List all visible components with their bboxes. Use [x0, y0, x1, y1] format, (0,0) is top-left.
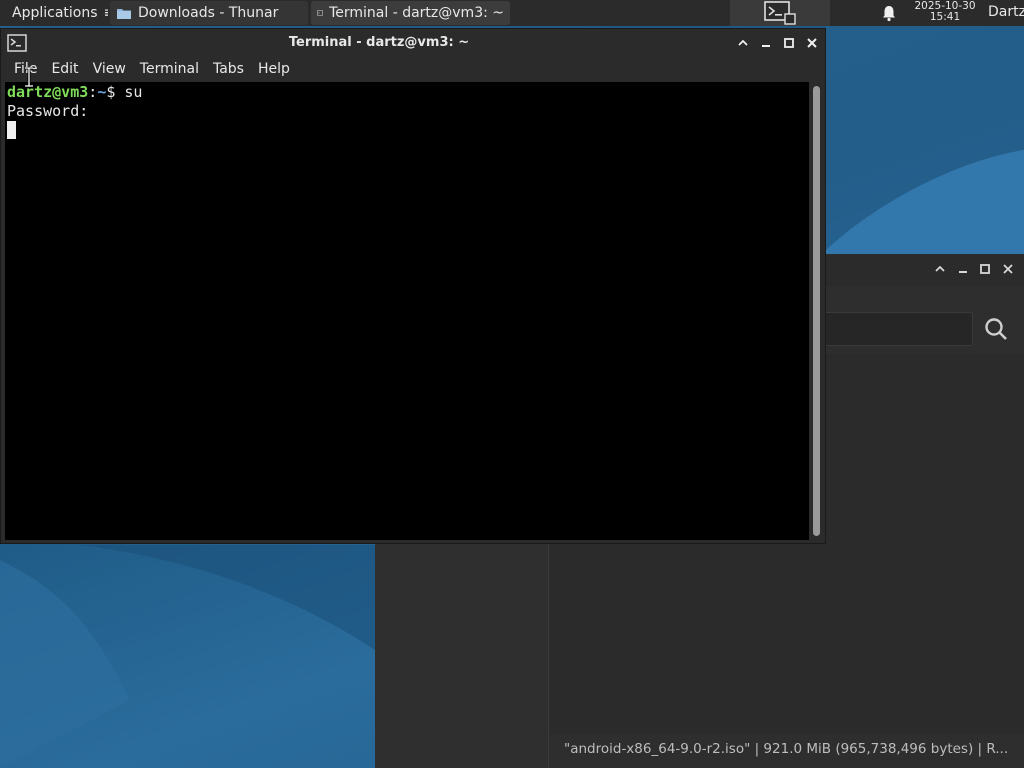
shade-icon[interactable]: [736, 36, 750, 50]
taskbar-item-thunar[interactable]: Downloads - Thunar: [110, 1, 308, 25]
window-title: Terminal - dartz@vm3: ~: [288, 35, 470, 50]
menu-terminal[interactable]: Terminal: [133, 57, 206, 81]
command-line: dartz@vm3:~$ su: [7, 83, 807, 102]
taskbar-item-terminal[interactable]: Terminal - dartz@vm3: ~: [311, 1, 510, 25]
prompt-path: ~: [97, 83, 107, 101]
menu-glyph: ≡: [104, 5, 108, 21]
thunar-location-field[interactable]: [805, 312, 973, 346]
thunar-close-icon[interactable]: [1001, 262, 1015, 276]
ibeam-cursor-icon: [25, 67, 33, 87]
folder-icon: [117, 9, 131, 19]
terminal-titlebar[interactable]: Terminal - dartz@vm3: ~: [1, 29, 825, 57]
thunar-minimize-icon[interactable]: [956, 262, 970, 276]
maximize-icon[interactable]: [782, 36, 796, 50]
command-text: su: [124, 83, 143, 101]
menu-view[interactable]: View: [86, 57, 133, 81]
menu-tabs[interactable]: Tabs: [206, 57, 251, 81]
search-icon[interactable]: [983, 316, 1009, 342]
terminal-launcher-icon: [764, 1, 796, 25]
thunar-status-bar: "android-x86_64-9.0-r2.iso" | 921.0 MiB …: [550, 734, 1024, 768]
text-cursor: [7, 121, 16, 139]
taskbar-label: Downloads - Thunar: [138, 5, 279, 21]
applications-label: Applications: [12, 5, 98, 21]
menu-help[interactable]: Help: [251, 57, 297, 81]
prompt-user: dartz@vm3: [7, 83, 89, 101]
terminal-window[interactable]: Terminal - dartz@vm3: ~ File Edit View T…: [0, 28, 826, 544]
prompt-separator: :: [88, 83, 98, 101]
input-line: [7, 121, 807, 140]
prompt-symbol: $: [106, 83, 125, 101]
output-line: Password:: [7, 102, 89, 120]
applications-menu-button[interactable]: Applications ≡: [0, 1, 108, 25]
clock-time: 15:41: [929, 11, 961, 23]
minimize-icon[interactable]: [759, 36, 773, 50]
clock[interactable]: 2025-10-30 15:41: [906, 1, 984, 23]
terminal-launcher[interactable]: [730, 0, 830, 26]
taskbar-label: Terminal - dartz@vm3: ~: [329, 5, 504, 21]
scrollbar-thumb[interactable]: [813, 86, 820, 536]
close-icon[interactable]: [805, 36, 819, 50]
top-panel: Applications ≡ Downloads - Thunar Termin…: [0, 0, 1024, 26]
terminal-screen[interactable]: dartz@vm3:~$ su Password:: [5, 82, 809, 540]
thunar-shade-icon[interactable]: [933, 262, 947, 276]
notification-bell-icon[interactable]: [880, 4, 898, 22]
menu-bar: File Edit View Terminal Tabs Help: [1, 57, 825, 81]
terminal-icon: [317, 10, 323, 16]
desktop: "android-x86_64-9.0-r2.iso" | 921.0 MiB …: [0, 0, 1024, 768]
user-menu[interactable]: Dartz: [988, 4, 1024, 20]
menu-edit[interactable]: Edit: [44, 57, 85, 81]
scrollbar[interactable]: [811, 82, 823, 540]
thunar-maximize-icon[interactable]: [978, 262, 992, 276]
